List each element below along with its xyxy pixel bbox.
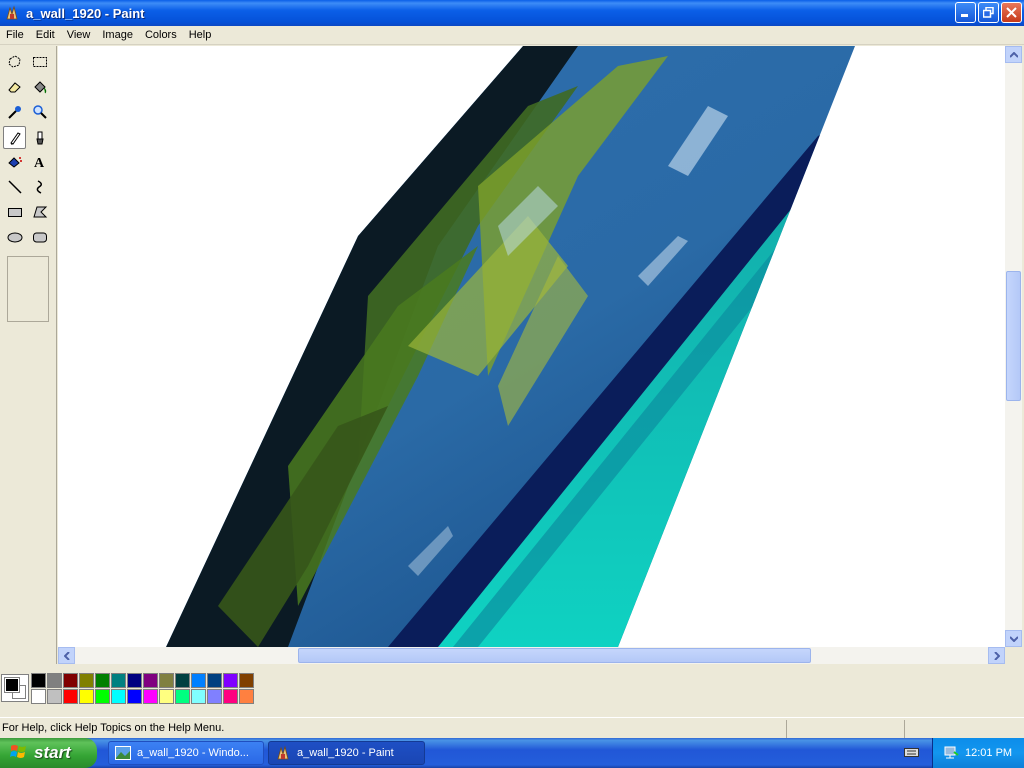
restore-button[interactable] xyxy=(978,2,999,23)
current-colors[interactable] xyxy=(1,674,29,702)
foreground-color[interactable] xyxy=(4,677,20,693)
color-swatch[interactable] xyxy=(47,673,62,688)
menu-bar: File Edit View Image Colors Help xyxy=(0,26,1024,45)
color-swatch[interactable] xyxy=(175,673,190,688)
horizontal-scrollbar[interactable] xyxy=(58,647,1005,664)
task-button-picture-viewer[interactable]: a_wall_1920 - Windo... xyxy=(108,741,264,765)
color-swatch[interactable] xyxy=(207,689,222,704)
color-palette xyxy=(0,666,1024,714)
color-swatch[interactable] xyxy=(95,673,110,688)
color-swatch[interactable] xyxy=(47,689,62,704)
color-swatch[interactable] xyxy=(79,689,94,704)
scroll-up-icon[interactable] xyxy=(1005,46,1022,63)
line-icon[interactable] xyxy=(3,175,26,198)
scroll-right-icon[interactable] xyxy=(988,647,1005,664)
system-tray: 12:01 PM xyxy=(932,738,1024,768)
scroll-down-icon[interactable] xyxy=(1005,630,1022,647)
rectangle-select-icon[interactable] xyxy=(28,50,51,73)
magnifier-icon[interactable] xyxy=(28,100,51,123)
color-swatch[interactable] xyxy=(31,673,46,688)
scroll-left-icon[interactable] xyxy=(58,647,75,664)
curve-icon[interactable] xyxy=(28,175,51,198)
menu-view[interactable]: View xyxy=(61,29,97,41)
color-swatch[interactable] xyxy=(111,673,126,688)
canvas-image xyxy=(166,46,855,647)
status-bar: For Help, click Help Topics on the Help … xyxy=(0,717,1024,739)
color-swatch[interactable] xyxy=(223,689,238,704)
color-swatch[interactable] xyxy=(31,689,46,704)
window-title: a_wall_1920 - Paint xyxy=(26,5,145,21)
color-swatch[interactable] xyxy=(159,689,174,704)
color-swatch[interactable] xyxy=(239,673,254,688)
close-button[interactable] xyxy=(1001,2,1022,23)
menu-edit[interactable]: Edit xyxy=(30,29,61,41)
pencil-icon[interactable] xyxy=(3,126,26,149)
task-label: a_wall_1920 - Windo... xyxy=(137,747,249,759)
text-icon[interactable]: A xyxy=(28,150,51,173)
color-swatch[interactable] xyxy=(223,673,238,688)
image-viewer-icon xyxy=(115,746,131,760)
status-text: For Help, click Help Topics on the Help … xyxy=(2,722,225,734)
status-divider xyxy=(786,720,787,738)
ellipse-icon[interactable] xyxy=(3,225,26,248)
color-swatch[interactable] xyxy=(207,673,222,688)
color-swatch[interactable] xyxy=(127,673,142,688)
task-button-paint[interactable]: a_wall_1920 - Paint xyxy=(268,741,425,765)
horizontal-scroll-thumb[interactable] xyxy=(298,648,811,663)
color-swatch[interactable] xyxy=(191,689,206,704)
color-swatch[interactable] xyxy=(143,689,158,704)
network-icon[interactable] xyxy=(943,744,959,763)
title-bar[interactable]: a_wall_1920 - Paint xyxy=(0,0,1024,26)
color-swatch[interactable] xyxy=(95,689,110,704)
menu-colors[interactable]: Colors xyxy=(139,29,183,41)
minimize-button[interactable] xyxy=(955,2,976,23)
airbrush-icon[interactable] xyxy=(3,150,26,173)
color-swatch[interactable] xyxy=(143,673,158,688)
menu-help[interactable]: Help xyxy=(183,29,218,41)
svg-text:A: A xyxy=(34,156,45,170)
color-swatch[interactable] xyxy=(63,673,78,688)
color-swatch[interactable] xyxy=(79,673,94,688)
taskbar: start a_wall_1920 - Windo... a_wall_1920… xyxy=(0,738,1024,768)
color-swatch[interactable] xyxy=(63,689,78,704)
vertical-scroll-thumb[interactable] xyxy=(1006,271,1021,401)
brush-icon[interactable] xyxy=(28,126,51,149)
color-swatch[interactable] xyxy=(191,673,206,688)
pick-color-icon[interactable] xyxy=(3,100,26,123)
menu-image[interactable]: Image xyxy=(96,29,139,41)
rectangle-icon[interactable] xyxy=(3,200,26,223)
start-button[interactable]: start xyxy=(0,738,97,768)
status-divider xyxy=(904,720,905,738)
fill-with-color-icon[interactable] xyxy=(28,75,51,98)
tool-options-panel[interactable] xyxy=(7,256,49,322)
windows-logo-icon xyxy=(10,743,28,764)
task-label: a_wall_1920 - Paint xyxy=(297,747,394,759)
free-form-select-icon[interactable] xyxy=(3,50,26,73)
paint-app-icon[interactable] xyxy=(4,5,20,21)
eraser-icon[interactable] xyxy=(3,75,26,98)
paint-app-icon xyxy=(277,745,289,760)
color-swatch[interactable] xyxy=(239,689,254,704)
rounded-rectangle-icon[interactable] xyxy=(28,225,51,248)
color-swatch[interactable] xyxy=(111,689,126,704)
start-label: start xyxy=(34,743,71,762)
drawing-canvas[interactable] xyxy=(58,46,1005,647)
clock[interactable]: 12:01 PM xyxy=(965,747,1012,759)
menu-file[interactable]: File xyxy=(0,29,30,41)
polygon-icon[interactable] xyxy=(28,200,51,223)
color-swatch[interactable] xyxy=(175,689,190,704)
toolbox: A xyxy=(0,46,57,664)
keyboard-icon[interactable] xyxy=(904,746,920,761)
color-swatch[interactable] xyxy=(159,673,174,688)
color-swatch[interactable] xyxy=(127,689,142,704)
vertical-scrollbar[interactable] xyxy=(1005,46,1022,647)
